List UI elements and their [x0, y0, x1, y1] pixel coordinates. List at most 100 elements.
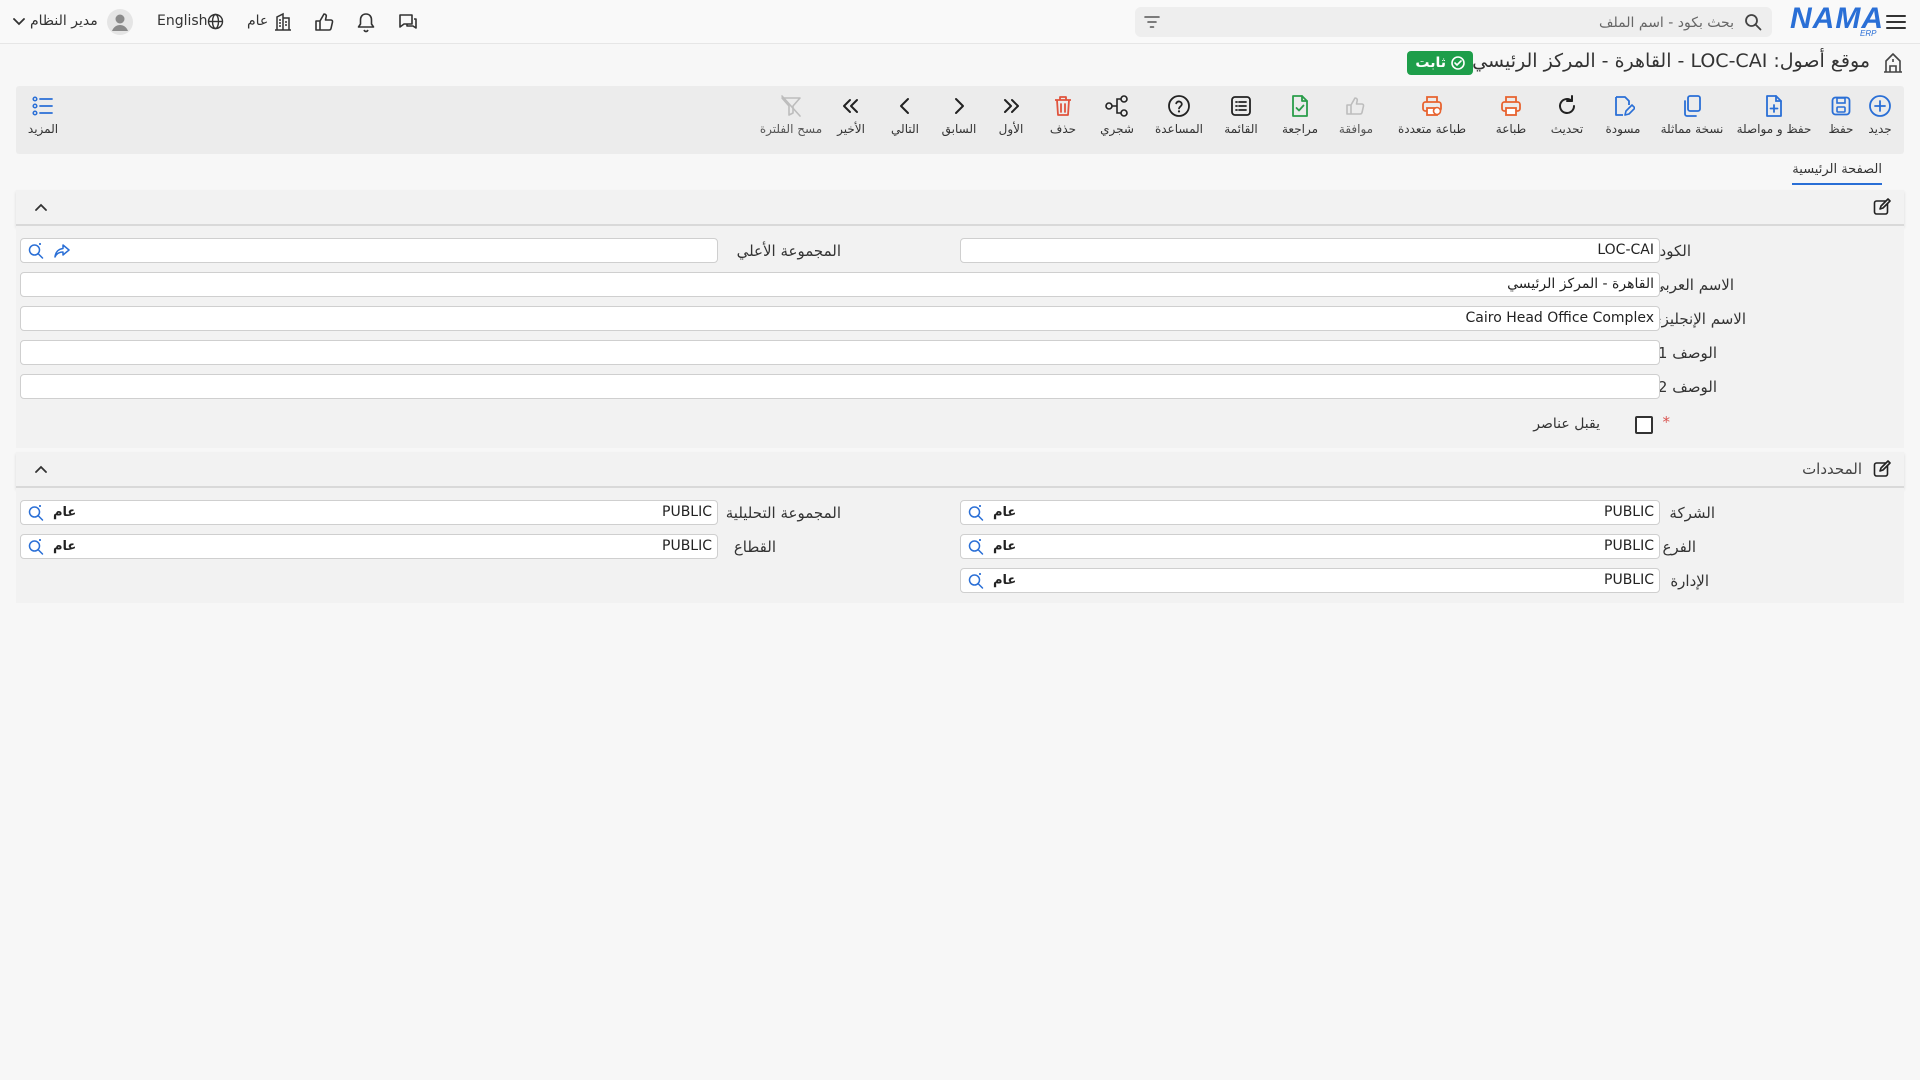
chat-icon[interactable]: [396, 10, 420, 34]
filter-icon[interactable]: [1143, 14, 1161, 30]
language-switch[interactable]: English: [157, 13, 208, 29]
edit-icon[interactable]: [1872, 459, 1892, 479]
search-input[interactable]: [1172, 7, 1736, 39]
avatar[interactable]: [107, 9, 133, 35]
description1-field[interactable]: [20, 340, 1660, 365]
arabic-name-field[interactable]: القاهرة - المركز الرئيسي: [20, 272, 1660, 297]
delete-button[interactable]: حذف: [1036, 92, 1090, 150]
thumbs-up-icon[interactable]: [312, 10, 336, 34]
save-continue-button[interactable]: حفظ و مواصلة: [1735, 92, 1813, 150]
search-icon[interactable]: [27, 242, 45, 260]
code-label: الكود: [1659, 242, 1691, 260]
analytic-group-field[interactable]: PUBLIC عام: [20, 500, 718, 525]
tree-button[interactable]: شجري: [1090, 92, 1144, 150]
sector-field[interactable]: PUBLIC عام: [20, 534, 718, 559]
approve-button[interactable]: موافقة: [1329, 92, 1383, 150]
duplicate-button[interactable]: نسخة مماثلة: [1657, 92, 1727, 150]
clear-filter-button[interactable]: مسح الفلترة: [758, 92, 824, 150]
tree-icon: [1105, 95, 1128, 117]
bell-icon[interactable]: [354, 10, 378, 34]
file-plus-icon: [1766, 95, 1782, 117]
search-icon[interactable]: [967, 504, 985, 522]
description2-field[interactable]: [20, 374, 1660, 399]
save-button[interactable]: حفظ: [1814, 92, 1868, 150]
edit-icon[interactable]: [1872, 197, 1892, 217]
search-icon[interactable]: [27, 538, 45, 556]
company-field[interactable]: PUBLIC عام: [960, 500, 1660, 525]
file-check-icon: [1292, 95, 1308, 117]
accepts-items-label: يقبل عناصر: [1533, 416, 1600, 432]
share-icon[interactable]: [53, 242, 71, 260]
more-button[interactable]: المزيد: [20, 92, 66, 150]
chevron-down-icon[interactable]: [12, 15, 26, 29]
list-label: القائمة: [1224, 122, 1258, 136]
printer-icon: [1501, 96, 1521, 116]
last-record-button[interactable]: الأخير: [824, 92, 878, 150]
accepts-items-checkbox[interactable]: [1635, 416, 1653, 434]
next-record-button[interactable]: التالي: [878, 92, 932, 150]
multi-print-button[interactable]: طباعة متعددة: [1392, 92, 1472, 150]
dimensions-section-header: المحددات: [16, 452, 1904, 488]
company-label: الشركة: [1669, 504, 1715, 522]
search-icon[interactable]: [27, 504, 45, 522]
multi-printer-icon: [1422, 96, 1442, 116]
collapse-chevron-up-icon[interactable]: [34, 201, 48, 213]
collapse-chevron-up-icon[interactable]: [34, 463, 48, 475]
logo-sub-text: ERP: [1860, 29, 1877, 38]
previous-record-button[interactable]: السابق: [932, 92, 986, 150]
search-icon[interactable]: [967, 572, 985, 590]
multi-print-label: طباعة متعددة: [1397, 122, 1466, 136]
analytic-group-value: PUBLIC: [662, 504, 712, 520]
required-marker: *: [1662, 413, 1671, 431]
chevrons-right-icon: [1004, 99, 1019, 113]
hamburger-menu-icon[interactable]: [1884, 10, 1908, 34]
parent-group-label: المجموعة الأعلي: [736, 242, 841, 260]
main-section-header: [16, 190, 1904, 226]
save-icon: [1831, 96, 1851, 116]
next-record-label: التالي: [891, 122, 919, 136]
chevron-right-icon: [955, 98, 964, 114]
clear-filter-label: مسح الفلترة: [759, 122, 823, 136]
branch-field[interactable]: PUBLIC عام: [960, 534, 1660, 559]
first-record-button[interactable]: الأول: [984, 92, 1038, 150]
sector-value: PUBLIC: [662, 538, 712, 554]
department-value: PUBLIC: [1604, 572, 1654, 588]
company-value: PUBLIC: [1604, 504, 1654, 520]
building-icon[interactable]: [272, 11, 294, 33]
previous-record-label: السابق: [941, 122, 977, 136]
branch-label: الفرع: [1662, 538, 1696, 556]
copy-icon: [1684, 95, 1701, 117]
search-icon[interactable]: [967, 538, 985, 556]
more-label: المزيد: [27, 122, 59, 136]
code-field[interactable]: LOC-CAI: [960, 238, 1660, 263]
more-list-icon: [32, 96, 53, 116]
search-icon[interactable]: [1744, 13, 1762, 31]
save-label: حفظ: [1828, 122, 1854, 136]
print-button[interactable]: طباعة: [1484, 92, 1538, 150]
plus-circle-icon: [1869, 95, 1891, 117]
list-button[interactable]: القائمة: [1214, 92, 1268, 150]
dimensions-title: المحددات: [1802, 460, 1862, 478]
code-value: LOC-CAI: [1597, 242, 1654, 258]
scope-label[interactable]: عام: [247, 13, 268, 29]
parent-group-field[interactable]: [20, 238, 718, 263]
save-continue-label: حفظ و مواصلة: [1736, 122, 1812, 136]
department-field[interactable]: PUBLIC عام: [960, 568, 1660, 593]
help-label: المساعدة: [1154, 122, 1204, 136]
refresh-label: تحديث: [1550, 122, 1584, 136]
draft-button[interactable]: مسودة: [1596, 92, 1650, 150]
refresh-icon: [1559, 95, 1575, 114]
branch-value: PUBLIC: [1604, 538, 1654, 554]
list-icon: [1231, 96, 1251, 116]
review-button[interactable]: مراجعة: [1273, 92, 1327, 150]
user-name[interactable]: مدير النظام: [30, 13, 98, 29]
print-label: طباعة: [1495, 122, 1527, 136]
tab-main[interactable]: الصفحة الرئيسية: [1792, 162, 1882, 185]
globe-icon[interactable]: [206, 12, 224, 30]
refresh-button[interactable]: تحديث: [1540, 92, 1594, 150]
page-title: موقع أصول: LOC-CAI - القاهرة - المركز ال…: [1472, 50, 1870, 72]
tab-bar: الصفحة الرئيسية: [0, 156, 1920, 188]
english-name-field[interactable]: Cairo Head Office Complex: [20, 306, 1660, 331]
status-badge: ثابت: [1407, 51, 1473, 75]
help-button[interactable]: المساعدة: [1149, 92, 1209, 150]
